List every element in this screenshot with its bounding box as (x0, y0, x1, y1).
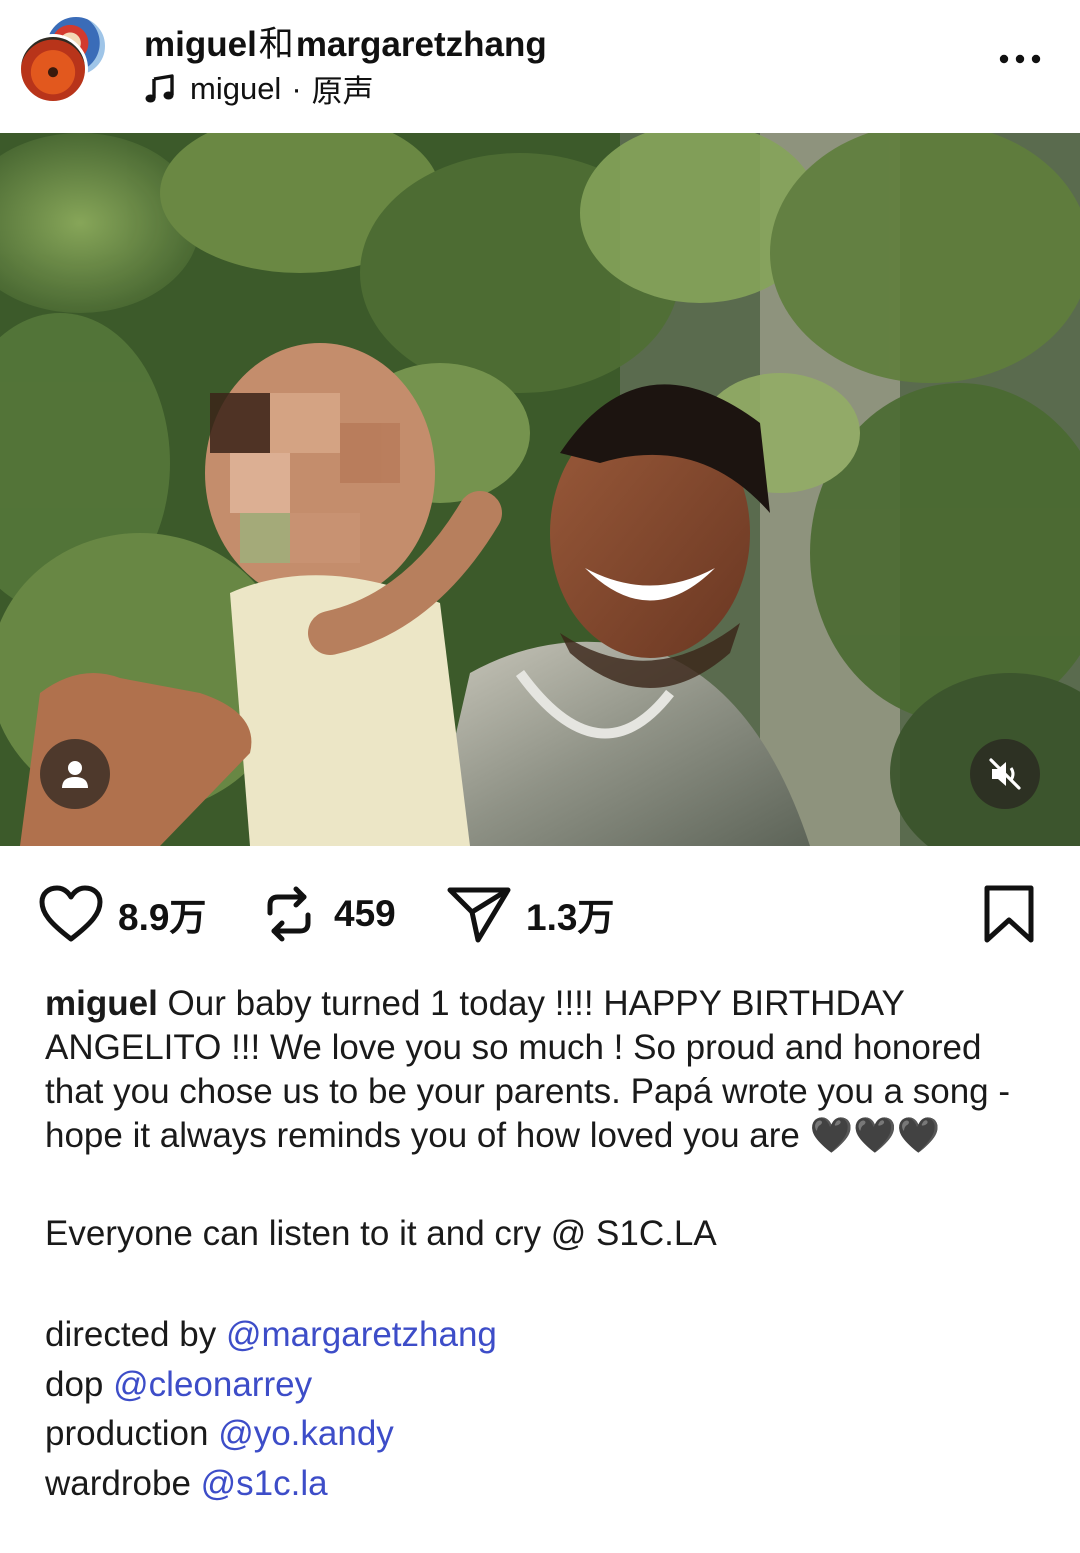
credit-role: wardrobe (45, 1463, 191, 1503)
mention-link[interactable]: @s1c.la (201, 1464, 328, 1503)
caption-text: Our baby turned 1 today !!!! HAPPY BIRTH… (45, 984, 1011, 1155)
person-icon (62, 761, 88, 788)
credit-line: wardrobe @s1c.la (45, 1459, 1045, 1509)
credit-line: production @yo.kandy (45, 1409, 1045, 1459)
repost-button[interactable]: 459 (258, 884, 396, 944)
avatar-miguel[interactable] (18, 34, 88, 104)
credit-line: directed by @margaretzhang (45, 1310, 1045, 1360)
caption-credits: directed by @margaretzhang dop @cleonarr… (45, 1310, 1045, 1508)
speaker-muted-icon (989, 758, 1021, 790)
mention-link[interactable]: @margaretzhang (226, 1315, 497, 1354)
credit-role: production (45, 1414, 209, 1453)
audio-separator: · (291, 70, 302, 106)
like-button[interactable]: 8.9万 (38, 884, 206, 944)
credit-role: dop (45, 1364, 104, 1404)
bookmark-icon[interactable] (982, 884, 1036, 944)
mention-link[interactable]: @cleonarrey (113, 1365, 312, 1404)
post-caption: miguel Our baby turned 1 today !!!! HAPP… (45, 982, 1045, 1508)
author-secondary-link[interactable]: margaretzhang (296, 25, 547, 64)
author-primary-link[interactable]: miguel (144, 25, 257, 64)
caption-main: miguel Our baby turned 1 today !!!! HAPP… (45, 982, 1045, 1158)
caption-second-paragraph: Everyone can listen to it and cry @ S1C.… (45, 1214, 717, 1253)
credit-role: directed by (45, 1315, 217, 1354)
action-bar: 8.9万 459 1.3万 (0, 846, 1080, 976)
mute-toggle-button[interactable] (970, 739, 1040, 809)
repost-icon (267, 886, 311, 942)
share-count: 1.3万 (526, 897, 615, 938)
tagged-people-button[interactable] (40, 739, 110, 809)
video-frame (0, 133, 1080, 846)
mention-link[interactable]: @yo.kandy (218, 1414, 394, 1453)
audio-attribution[interactable]: miguel · 原声 (144, 66, 374, 111)
send-icon (447, 887, 511, 943)
caption-username[interactable]: miguel (45, 984, 158, 1023)
author-joiner: 和 (258, 25, 294, 64)
heart-icon (39, 885, 103, 942)
audio-artist: miguel (190, 70, 282, 106)
music-note-icon (145, 73, 174, 102)
share-button[interactable]: 1.3万 (446, 884, 614, 944)
post-header: miguel和margaretzhang miguel · 原声 (0, 0, 1080, 133)
author-avatars[interactable] (18, 14, 110, 106)
post-video[interactable] (0, 133, 1080, 846)
author-names: miguel和margaretzhang (144, 16, 547, 67)
like-count: 8.9万 (118, 897, 207, 938)
more-horizontal-icon[interactable] (996, 44, 1044, 74)
audio-label: 原声 (311, 74, 374, 109)
credit-line: dop @cleonarrey (45, 1360, 1045, 1410)
repost-count: 459 (334, 893, 396, 934)
